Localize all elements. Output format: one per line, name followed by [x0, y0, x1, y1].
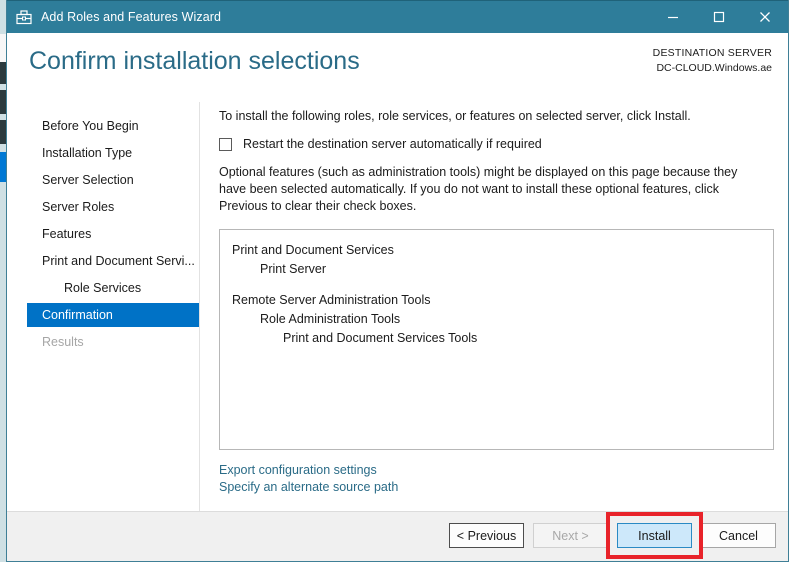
list-item: Print Server — [260, 262, 326, 276]
footer-buttons: < Previous Next > Install Cancel — [449, 512, 776, 559]
wizard-step-navigation: Before You Begin Installation Type Serve… — [7, 102, 200, 512]
selected-components-listbox[interactable]: Print and Document Services Print Server… — [219, 229, 774, 450]
minimize-button[interactable] — [650, 1, 696, 33]
destination-server-label: DESTINATION SERVER — [652, 47, 772, 59]
intro-text: To install the following roles, role ser… — [219, 109, 691, 123]
page-title: Confirm installation selections — [29, 47, 360, 75]
list-item: Remote Server Administration Tools — [232, 293, 431, 307]
sidebar-item-before-you-begin[interactable]: Before You Begin — [7, 114, 199, 138]
install-button[interactable]: Install — [617, 523, 692, 548]
sidebar-item-features[interactable]: Features — [7, 222, 199, 246]
sidebar-item-server-selection[interactable]: Server Selection — [7, 168, 199, 192]
restart-server-checkbox-label: Restart the destination server automatic… — [243, 137, 542, 151]
destination-server-name: DC-CLOUD.Windows.ae — [656, 62, 772, 74]
wizard-toolbox-icon — [16, 10, 32, 25]
title-bar: Add Roles and Features Wizard — [7, 0, 788, 33]
footer-bar: < Previous Next > Install Cancel — [7, 511, 788, 561]
export-configuration-settings-link[interactable]: Export configuration settings — [219, 462, 774, 479]
next-button: Next > — [533, 523, 608, 548]
sidebar-item-print-and-document-services[interactable]: Print and Document Servi... — [7, 249, 199, 273]
destination-server-block: DESTINATION SERVER DC-CLOUD.Windows.ae — [653, 46, 772, 76]
add-roles-and-features-wizard-window: Add Roles and Features Wizard Confirm in… — [6, 0, 789, 562]
restart-server-checkbox[interactable] — [219, 138, 232, 151]
list-item: Role Administration Tools — [260, 312, 401, 326]
wizard-body: Before You Begin Installation Type Serve… — [7, 102, 788, 512]
cancel-button[interactable]: Cancel — [701, 523, 776, 548]
restart-checkbox-row[interactable]: Restart the destination server automatic… — [219, 137, 774, 152]
window-title: Add Roles and Features Wizard — [41, 10, 222, 24]
close-icon — [760, 12, 770, 22]
minimize-icon — [668, 16, 678, 19]
specify-alternate-source-path-link[interactable]: Specify an alternate source path — [219, 479, 774, 496]
sidebar-item-results: Results — [42, 335, 84, 349]
close-button[interactable] — [742, 1, 788, 33]
sidebar-item-role-services[interactable]: Role Services — [7, 276, 199, 300]
maximize-button[interactable] — [696, 1, 742, 33]
sidebar-item-installation-type[interactable]: Installation Type — [7, 141, 199, 165]
sidebar-item-confirmation[interactable]: Confirmation — [27, 303, 199, 327]
optional-features-note: Optional features (such as administratio… — [219, 165, 738, 213]
list-item: Print and Document Services Tools — [283, 331, 478, 345]
install-button-wrapper: Install — [606, 512, 703, 559]
links-area: Export configuration settings Specify an… — [219, 462, 774, 496]
list-item: Print and Document Services — [232, 243, 394, 257]
previous-button[interactable]: < Previous — [449, 523, 524, 548]
window-controls — [650, 1, 788, 33]
sidebar-item-server-roles[interactable]: Server Roles — [7, 195, 199, 219]
main-content: To install the following roles, role ser… — [200, 102, 788, 512]
maximize-icon — [713, 11, 725, 23]
page-header: Confirm installation selections DESTINAT… — [7, 33, 788, 103]
